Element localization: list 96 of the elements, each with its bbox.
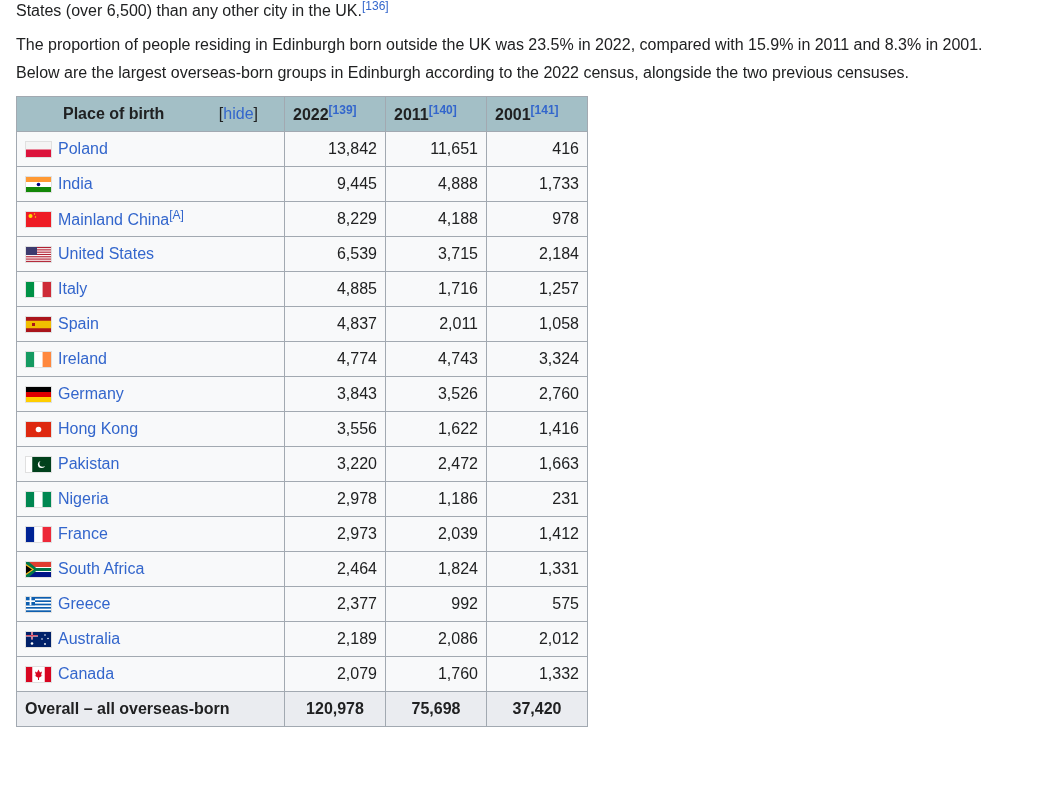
country-link[interactable]: India	[58, 175, 93, 192]
table-cell: 2,086	[385, 621, 487, 657]
table-cell: 416	[486, 131, 588, 167]
table-cell: 6,539	[284, 236, 386, 272]
table-cell: 2,012	[486, 621, 588, 657]
table-cell: 1,824	[385, 551, 487, 587]
table-cell: 3,526	[385, 376, 487, 412]
table-cell: 3,220	[284, 446, 386, 482]
country-link[interactable]: Poland	[58, 140, 108, 157]
flag-icon	[25, 315, 52, 333]
flag-icon	[25, 350, 52, 368]
table-cell: 2,039	[385, 516, 487, 552]
country-link[interactable]: Nigeria	[58, 490, 109, 507]
flag-icon	[25, 245, 52, 263]
flag-icon	[25, 665, 52, 683]
table-cell: 4,743	[385, 341, 487, 377]
table-cell: 1,733	[486, 166, 588, 202]
table-cell: 2,184	[486, 236, 588, 272]
country-link[interactable]: Australia	[58, 630, 121, 647]
table-cell: 231	[486, 481, 588, 517]
table-cell: 1,663	[486, 446, 588, 482]
table-cell: 1,257	[486, 271, 588, 307]
table-cell: 3,843	[284, 376, 386, 412]
table-cell: 2,464	[284, 551, 386, 587]
column-header-label: 2011	[394, 106, 429, 123]
column-header-label: Place of birth	[63, 105, 165, 123]
table-cell: 1,412	[486, 516, 588, 552]
flag-icon	[25, 560, 52, 578]
table-cell: 2,377	[284, 586, 386, 622]
flag-icon	[25, 385, 52, 403]
table-cell: 2,978	[284, 481, 386, 517]
table-cell: 1,331	[486, 551, 588, 587]
flag-icon	[25, 210, 52, 228]
reference-link[interactable]: [141]	[530, 103, 559, 117]
flag-icon	[25, 140, 52, 158]
hide-toggle[interactable]: [hide]	[218, 105, 258, 123]
table-cell: 1,416	[486, 411, 588, 447]
table-cell: 1,716	[385, 271, 487, 307]
table-cell: 8,229	[284, 201, 386, 237]
table-cell: 4,888	[385, 166, 487, 202]
table-cell: 11,651	[385, 131, 487, 167]
flag-icon	[25, 455, 52, 473]
table-cell: 575	[486, 586, 588, 622]
table-cell: 2,011	[385, 306, 487, 342]
note-link[interactable]: [A]	[169, 208, 184, 222]
table-cell: 2,189	[284, 621, 386, 657]
reference-link[interactable]: [139]	[328, 103, 357, 117]
table-cell: 4,837	[284, 306, 386, 342]
table-cell: 3,324	[486, 341, 588, 377]
table-cell: 1,058	[486, 306, 588, 342]
country-link[interactable]: United States	[58, 245, 155, 262]
flag-icon	[25, 595, 52, 613]
country-link[interactable]: Canada	[58, 665, 115, 682]
table-cell: 992	[385, 586, 487, 622]
table-cell: 4,774	[284, 341, 386, 377]
table-cell: 75,698	[385, 691, 487, 727]
country-link[interactable]: Mainland China	[58, 211, 170, 228]
country-link[interactable]: Greece	[58, 595, 111, 612]
column-header-label: 2001	[495, 106, 531, 123]
country-link[interactable]: Germany	[58, 385, 124, 402]
table-cell: 1,760	[385, 656, 487, 692]
flag-icon	[25, 630, 52, 648]
country-link[interactable]: Italy	[58, 280, 88, 297]
country-link[interactable]: Ireland	[58, 350, 107, 367]
table-cell: 1,186	[385, 481, 487, 517]
table-cell: 3,556	[284, 411, 386, 447]
table-cell: 120,978	[284, 691, 386, 727]
table-cell: 2,472	[385, 446, 487, 482]
flag-icon	[25, 525, 52, 543]
country-link[interactable]: Hong Kong	[58, 420, 139, 437]
flag-icon	[25, 280, 52, 298]
country-link[interactable]: France	[58, 525, 108, 542]
table-cell: 3,715	[385, 236, 487, 272]
flag-icon	[25, 490, 52, 508]
table-cell: 1,622	[385, 411, 487, 447]
table-cell: 2,760	[486, 376, 588, 412]
table-cell: 2,079	[284, 656, 386, 692]
country-link[interactable]: Pakistan	[58, 455, 120, 472]
paragraph: The proportion of people residing in Edinburgh born outside the UK was 23.5% in 2022, compared with 15.9% in 2011 and 8.3% in 2001. Below are the largest overseas-born groups in Edinburgh according to the 2022 census, alongside the two previous censuses.	[16, 35, 984, 83]
table-cell: 2,973	[284, 516, 386, 552]
reference-link[interactable]: [140]	[428, 103, 457, 117]
table-cell: 4,885	[284, 271, 386, 307]
table-cell: 9,445	[284, 166, 386, 202]
table-cell: 1,332	[486, 656, 588, 692]
table-cell: Overall – all overseas-born	[16, 691, 285, 727]
country-link[interactable]: South Africa	[58, 560, 145, 577]
table-cell: 978	[486, 201, 588, 237]
table-cell: 4,188	[385, 201, 487, 237]
table-cell: 37,420	[486, 691, 588, 727]
flag-icon	[25, 420, 52, 438]
table-cell: 13,842	[284, 131, 386, 167]
flag-icon	[25, 175, 52, 193]
column-header-label: 2022	[293, 106, 329, 123]
reference-link[interactable]: [136]	[361, 0, 389, 13]
country-link[interactable]: Spain	[58, 315, 99, 332]
paragraph: States (over 6,500) than any other city in the UK.$^{[136]}$	[16, 0, 390, 21]
